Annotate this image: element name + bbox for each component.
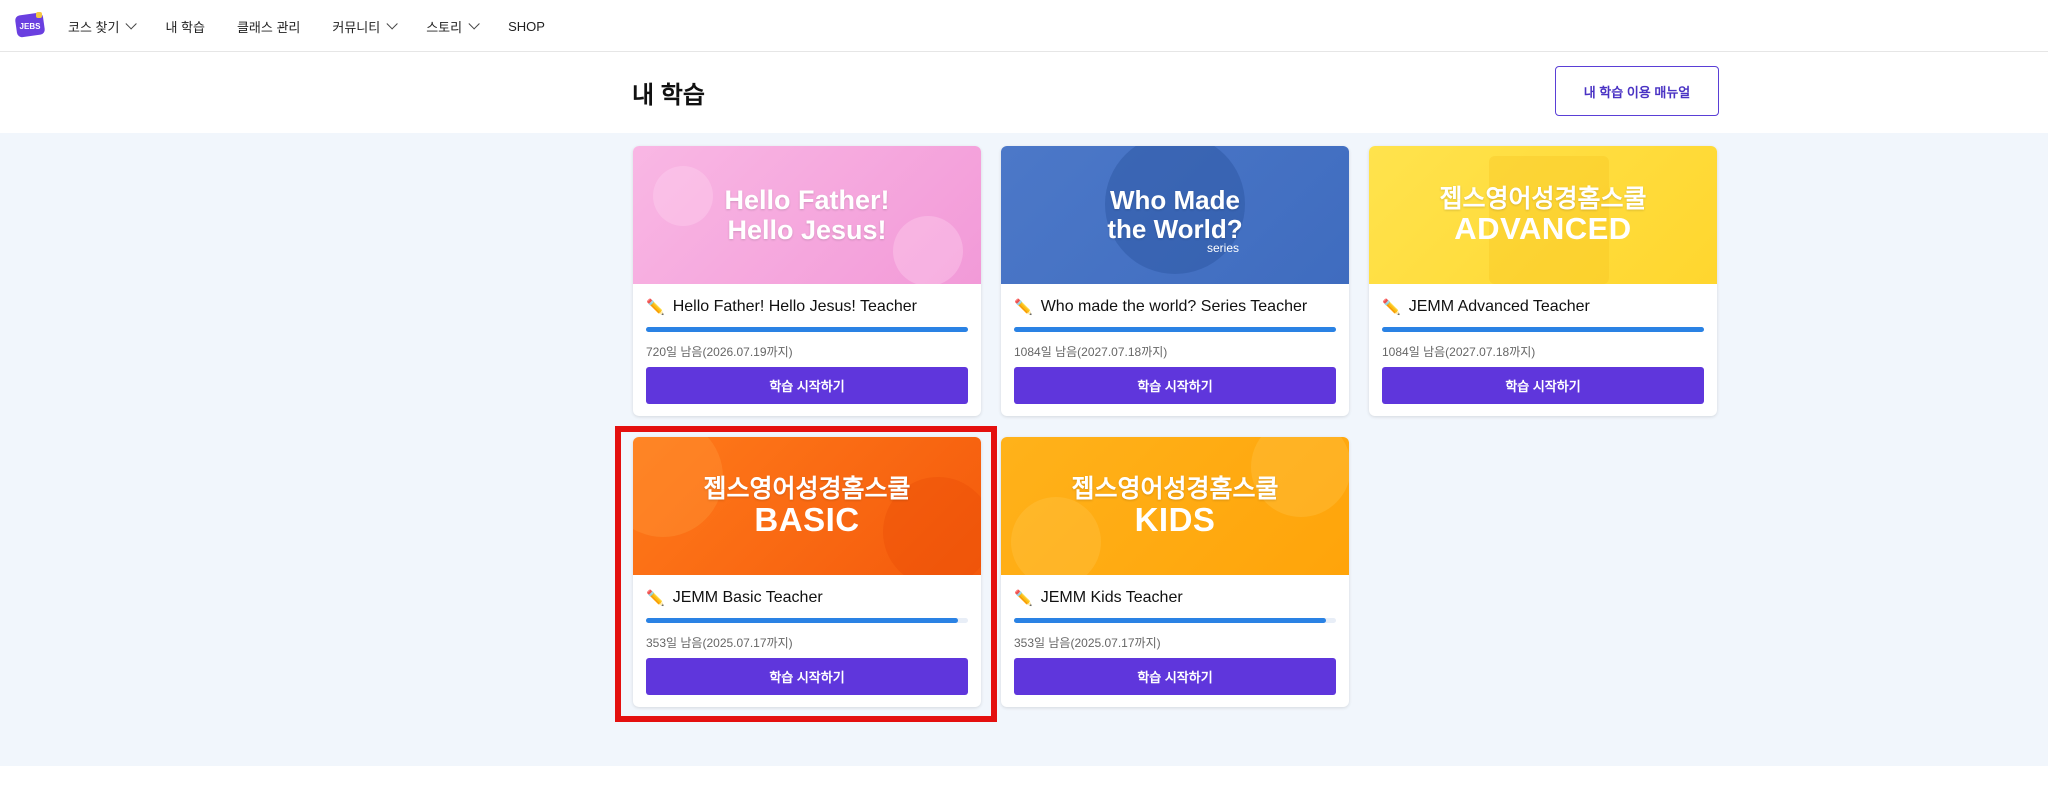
manual-button[interactable]: 내 학습 이용 매뉴얼 [1555,66,1719,116]
pencil-icon: ✏️ [1014,590,1033,607]
start-learning-button[interactable]: 학습 시작하기 [1382,367,1704,404]
nav-class-management[interactable]: 클래스 관리 [237,17,300,36]
progress-fill [1382,327,1704,332]
thumbnail-line2: the World? [1107,214,1243,244]
thumbnail-line2: KIDS [1134,500,1216,538]
nav-community[interactable]: 커뮤니티 [332,17,398,36]
course-title-text: Who made the world? Series Teacher [1040,298,1308,315]
nav-shop[interactable]: SHOP [508,19,545,34]
chevron-down-icon [125,18,138,30]
pencil-icon: ✏️ [1014,299,1033,316]
jebs-logo[interactable]: JEBS [14,10,46,40]
progress-bar [1382,327,1704,332]
chevron-down-icon [386,18,398,30]
start-learning-button[interactable]: 학습 시작하기 [1014,658,1336,695]
progress-bar [646,327,968,332]
course-thumbnail[interactable]: 젭스영어성경홈스쿨 BASIC [633,437,981,575]
course-title[interactable]: ✏️ JEMM Advanced Teacher [1382,298,1590,316]
course-thumbnail[interactable]: Hello Father! Hello Jesus! [633,146,981,284]
nav-label: 커뮤니티 [332,19,381,35]
progress-fill [1014,327,1336,332]
remaining-days: 353일 남음(2025.07.17까지) [1014,636,1161,650]
course-card: Hello Father! Hello Jesus! ✏️ Hello Fath… [633,146,981,416]
start-learning-button[interactable]: 학습 시작하기 [1014,367,1336,404]
page-title: 내 학습 [632,82,705,109]
course-title[interactable]: ✏️ Hello Father! Hello Jesus! Teacher [646,298,917,316]
thumbnail-line1: Who Made [1110,184,1240,215]
nav-course-search[interactable]: 코스 찾기 [68,17,138,36]
thumbnail-line1: 젭스영어성경홈스쿨 [703,474,911,503]
course-title-text: JEMM Basic Teacher [672,589,823,606]
progress-fill [646,618,959,623]
pencil-icon: ✏️ [646,590,665,607]
course-title-text: Hello Father! Hello Jesus! Teacher [672,298,917,315]
nav-story[interactable]: 스토리 [426,17,480,36]
thumbnail-line1: 젭스영어성경홈스쿨 [1439,184,1647,213]
course-card: 젭스영어성경홈스쿨 KIDS ✏️ JEMM Kids Teacher 353일… [1001,437,1349,707]
chevron-down-icon [468,18,480,30]
remaining-days: 353일 남음(2025.07.17까지) [646,636,793,650]
thumbnail-line2: BASIC [754,500,860,538]
remaining-days: 720일 남음(2026.07.19까지) [646,345,793,359]
course-title[interactable]: ✏️ JEMM Kids Teacher [1014,589,1183,607]
course-list-area: Hello Father! Hello Jesus! ✏️ Hello Fath… [0,133,2048,766]
page-footer [0,766,2048,800]
nav-label: 클래스 관리 [236,19,301,35]
progress-fill [1014,618,1327,623]
thumbnail-line2: ADVANCED [1454,210,1632,246]
pencil-icon: ✏️ [1382,299,1401,316]
thumbnail-line2: Hello Jesus! [727,215,887,245]
remaining-days: 1084일 남음(2027.07.18까지) [1382,345,1536,359]
course-title-text: JEMM Advanced Teacher [1408,298,1590,315]
course-card: 젭스영어성경홈스쿨 ADVANCED ✏️ JEMM Advanced Teac… [1369,146,1717,416]
course-title-text: JEMM Kids Teacher [1040,589,1183,606]
progress-bar [1014,327,1336,332]
course-title[interactable]: ✏️ Who made the world? Series Teacher [1014,298,1307,316]
course-card: Who Made the World? series ✏️ Who made t… [1001,146,1349,416]
pencil-icon: ✏️ [646,299,665,316]
start-learning-button[interactable]: 학습 시작하기 [646,658,968,695]
nav-label: 내 학습 [165,19,205,35]
course-card: 젭스영어성경홈스쿨 BASIC ✏️ JEMM Basic Teacher 35… [633,437,981,707]
nav-label: SHOP [508,18,545,34]
remaining-days: 1084일 남음(2027.07.18까지) [1014,345,1168,359]
course-title[interactable]: ✏️ JEMM Basic Teacher [646,589,823,607]
progress-bar [1014,618,1336,623]
thumbnail-subtitle: series [1207,241,1240,255]
thumbnail-line1: 젭스영어성경홈스쿨 [1071,474,1279,503]
course-thumbnail[interactable]: Who Made the World? series [1001,146,1349,284]
progress-bar [646,618,968,623]
nav-label: 코스 찾기 [68,19,120,35]
course-thumbnail[interactable]: 젭스영어성경홈스쿨 ADVANCED [1369,146,1717,284]
progress-fill [646,327,968,332]
top-navigation: JEBS 코스 찾기 내 학습 클래스 관리 커뮤니티 스토리 SHOP [0,0,2048,52]
course-thumbnail[interactable]: 젭스영어성경홈스쿨 KIDS [1001,437,1349,575]
svg-text:JEBS: JEBS [20,22,42,31]
nav-label: 스토리 [426,19,463,35]
nav-my-learning[interactable]: 내 학습 [165,17,205,36]
thumbnail-line1: Hello Father! [724,184,890,215]
start-learning-button[interactable]: 학습 시작하기 [646,367,968,404]
page-header: 내 학습 내 학습 이용 매뉴얼 [0,53,2048,133]
